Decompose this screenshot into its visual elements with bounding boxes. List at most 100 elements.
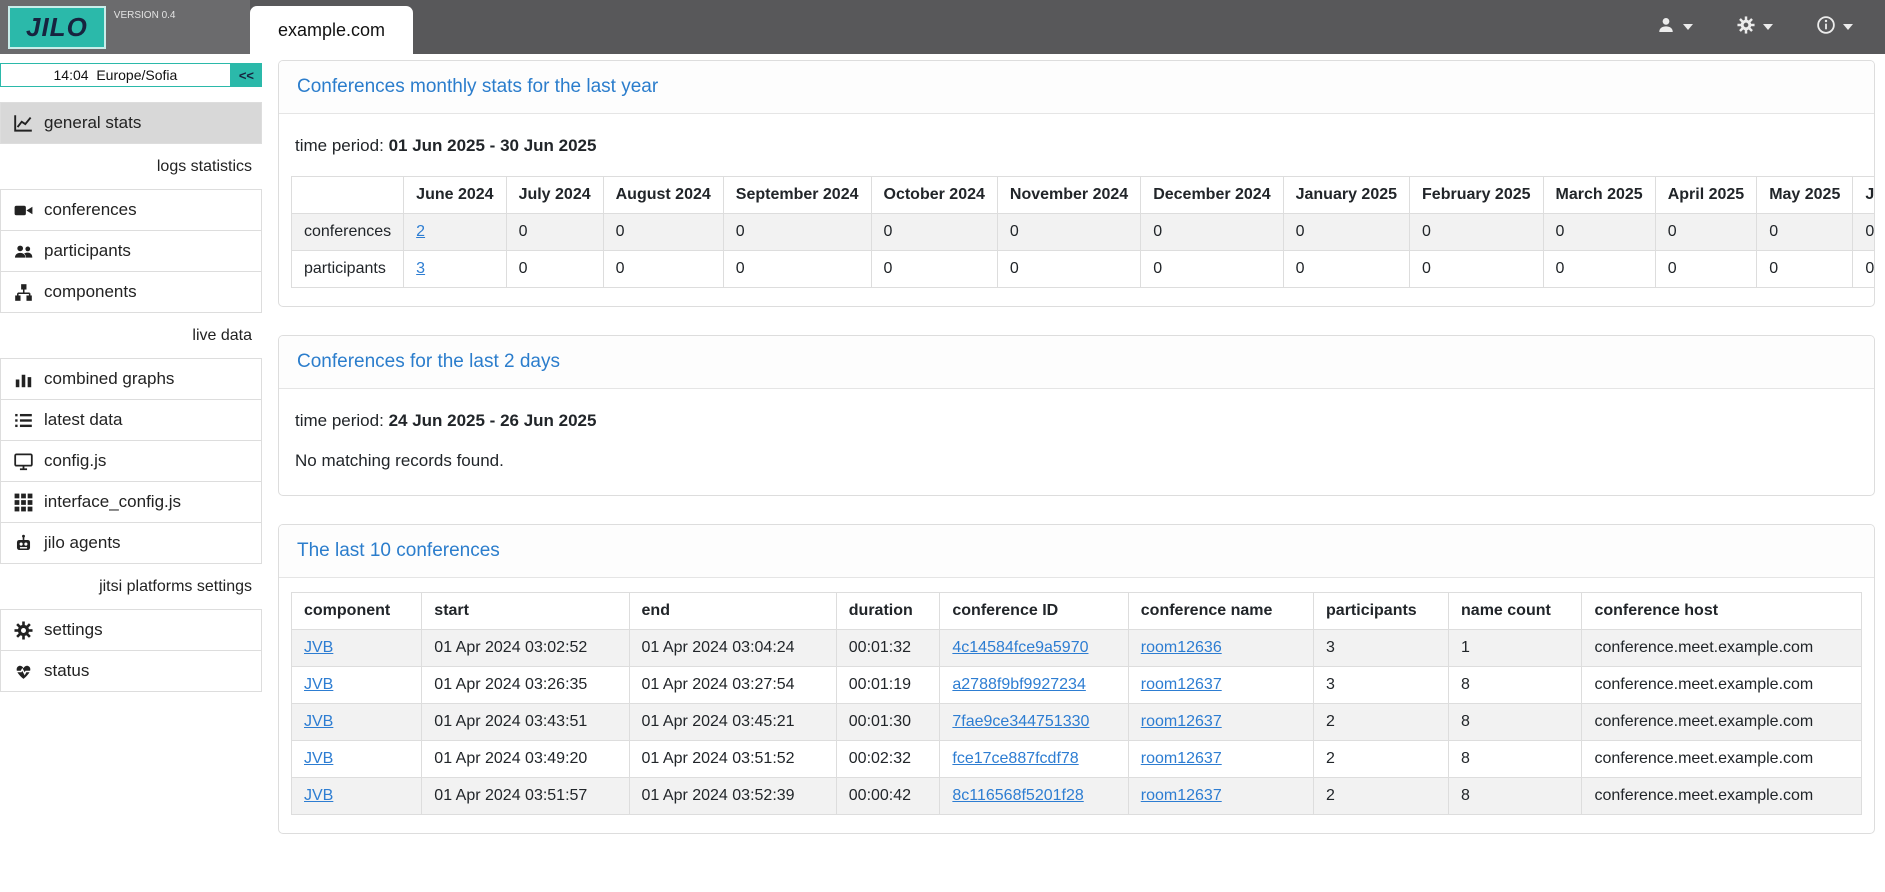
table-cell: 0 bbox=[603, 251, 723, 288]
sidebar-item-label: general stats bbox=[44, 113, 141, 133]
table-row: JVB01 Apr 2024 03:43:5101 Apr 2024 03:45… bbox=[292, 704, 1862, 741]
table-cell: 0 bbox=[997, 251, 1140, 288]
sidebar-item-combined-graphs[interactable]: combined graphs bbox=[0, 358, 262, 400]
table-link[interactable]: room12637 bbox=[1141, 676, 1222, 693]
sidebar-item-interface-config-js[interactable]: interface_config.js bbox=[0, 481, 262, 523]
table-cell: a2788f9bf9927234 bbox=[940, 667, 1128, 704]
table-cell: 0 bbox=[1853, 251, 1875, 288]
table-cell: 0 bbox=[1141, 214, 1283, 251]
table-cell: room12637 bbox=[1128, 667, 1313, 704]
table-header-cell: January 2025 bbox=[1283, 177, 1409, 214]
table-header-cell: December 2024 bbox=[1141, 177, 1283, 214]
sidebar-item-participants[interactable]: participants bbox=[0, 230, 262, 272]
table-link[interactable]: 4c14584fce9a5970 bbox=[952, 639, 1088, 656]
table-link[interactable]: JVB bbox=[304, 750, 333, 767]
sidebar-item-status[interactable]: status bbox=[0, 650, 262, 692]
card-header: The last 10 conferences bbox=[279, 525, 1874, 578]
table-cell: 00:01:32 bbox=[836, 630, 940, 667]
table-cell: 8 bbox=[1449, 741, 1582, 778]
table-cell: conference.meet.example.com bbox=[1582, 667, 1862, 704]
table-cell: 0 bbox=[603, 214, 723, 251]
table-cell: 0 bbox=[1283, 251, 1409, 288]
table-link[interactable]: JVB bbox=[304, 639, 333, 656]
sidebar-collapse-button[interactable]: << bbox=[231, 63, 262, 87]
table-cell: 3 bbox=[1314, 630, 1449, 667]
table-link[interactable]: a2788f9bf9927234 bbox=[952, 676, 1085, 693]
table-header-cell: June 2025 bbox=[1853, 177, 1875, 214]
sidebar-item-conferences[interactable]: conferences bbox=[0, 189, 262, 231]
empty-message: No matching records found. bbox=[295, 451, 1862, 471]
table-cell: 0 bbox=[1543, 214, 1655, 251]
table-cell: 01 Apr 2024 03:51:52 bbox=[629, 741, 836, 778]
sidebar-item-latest-data[interactable]: latest data bbox=[0, 399, 262, 441]
table-link[interactable]: JVB bbox=[304, 787, 333, 804]
sidebar-group-general: general stats bbox=[0, 102, 262, 144]
table-cell: 0 bbox=[723, 251, 871, 288]
robot-icon bbox=[14, 534, 33, 553]
card-body: time period: 01 Jun 2025 - 30 Jun 2025 J… bbox=[279, 114, 1874, 306]
table-header-cell: conference name bbox=[1128, 593, 1313, 630]
table-cell: 2 bbox=[1314, 741, 1449, 778]
grid-icon bbox=[14, 493, 33, 512]
sidebar-item-label: combined graphs bbox=[44, 369, 174, 389]
table-header-cell: April 2025 bbox=[1655, 177, 1756, 214]
table-cell: 0 bbox=[871, 214, 997, 251]
table-cell: 00:01:30 bbox=[836, 704, 940, 741]
main-content: Conferences monthly stats for the last y… bbox=[262, 54, 1885, 892]
settings-menu[interactable] bbox=[1737, 16, 1773, 39]
table-header-cell: August 2024 bbox=[603, 177, 723, 214]
table-cell: 4c14584fce9a5970 bbox=[940, 630, 1128, 667]
table-link[interactable]: JVB bbox=[304, 676, 333, 693]
table-link[interactable]: 3 bbox=[416, 260, 425, 277]
tab-platform[interactable]: example.com bbox=[250, 6, 413, 54]
card-title: Conferences for the last 2 days bbox=[297, 351, 560, 372]
table-header-cell: start bbox=[422, 593, 629, 630]
table-cell: 0 bbox=[1141, 251, 1283, 288]
table-header-cell: conference host bbox=[1582, 593, 1862, 630]
sidebar-clock-row: 14:04 Europe/Sofia << bbox=[0, 63, 262, 87]
components-icon bbox=[14, 283, 33, 302]
table-header-cell: component bbox=[292, 593, 422, 630]
app-logo[interactable]: JILO bbox=[8, 6, 106, 49]
sidebar-group-settings: settings status bbox=[0, 609, 262, 692]
heartbeat-icon bbox=[14, 662, 33, 681]
sidebar-item-jilo-agents[interactable]: jilo agents bbox=[0, 522, 262, 564]
topbar-menus bbox=[1657, 0, 1885, 54]
sidebar-item-settings[interactable]: settings bbox=[0, 609, 262, 651]
sidebar-section-logs-statistics: logs statistics bbox=[0, 144, 262, 190]
info-menu[interactable] bbox=[1817, 16, 1853, 39]
table-link[interactable]: 2 bbox=[416, 223, 425, 240]
sidebar-item-label: interface_config.js bbox=[44, 492, 181, 512]
table-link[interactable]: fce17ce887fcdf78 bbox=[952, 750, 1078, 767]
table-link[interactable]: JVB bbox=[304, 713, 333, 730]
table-header-cell: name count bbox=[1449, 593, 1582, 630]
card-header: Conferences monthly stats for the last y… bbox=[279, 61, 1874, 114]
gear-icon bbox=[14, 621, 33, 640]
table-cell: 3 bbox=[404, 251, 506, 288]
chevron-down-icon bbox=[1763, 24, 1773, 30]
table-link[interactable]: room12637 bbox=[1141, 713, 1222, 730]
time-period-value: 24 Jun 2025 - 26 Jun 2025 bbox=[389, 411, 597, 430]
sidebar-item-components[interactable]: components bbox=[0, 271, 262, 313]
table-row: JVB 01 Apr 2024 03:49:2001 Apr 2024 03:51… bbox=[292, 741, 1862, 778]
sidebar-item-general-stats[interactable]: general stats bbox=[0, 102, 262, 144]
table-cell: 8 bbox=[1449, 667, 1582, 704]
time-period: time period: 01 Jun 2025 - 30 Jun 2025 bbox=[295, 136, 1862, 156]
table-header-cell: May 2025 bbox=[1757, 177, 1853, 214]
table-cell: JVB bbox=[292, 630, 422, 667]
table-link[interactable]: room12636 bbox=[1141, 639, 1222, 656]
table-cell: 01 Apr 2024 03:49:20 bbox=[422, 741, 629, 778]
table-cell: 01 Apr 2024 03:26:35 bbox=[422, 667, 629, 704]
table-cell: JVB bbox=[292, 704, 422, 741]
table-row: conferences2000000000000 bbox=[292, 214, 1876, 251]
table-link[interactable]: 7fae9ce344751330 bbox=[952, 713, 1089, 730]
table-link[interactable]: 8c116568f5201f28 bbox=[952, 787, 1083, 804]
user-menu[interactable] bbox=[1657, 16, 1693, 39]
sidebar-item-config-js[interactable]: config.js bbox=[0, 440, 262, 482]
table-cell: 1 bbox=[1449, 630, 1582, 667]
table-header-cell bbox=[292, 177, 404, 214]
table-header-cell: participants bbox=[1314, 593, 1449, 630]
table-link[interactable]: room12637 bbox=[1141, 750, 1222, 767]
table-link[interactable]: room12637 bbox=[1141, 787, 1222, 804]
info-icon bbox=[1817, 16, 1835, 39]
